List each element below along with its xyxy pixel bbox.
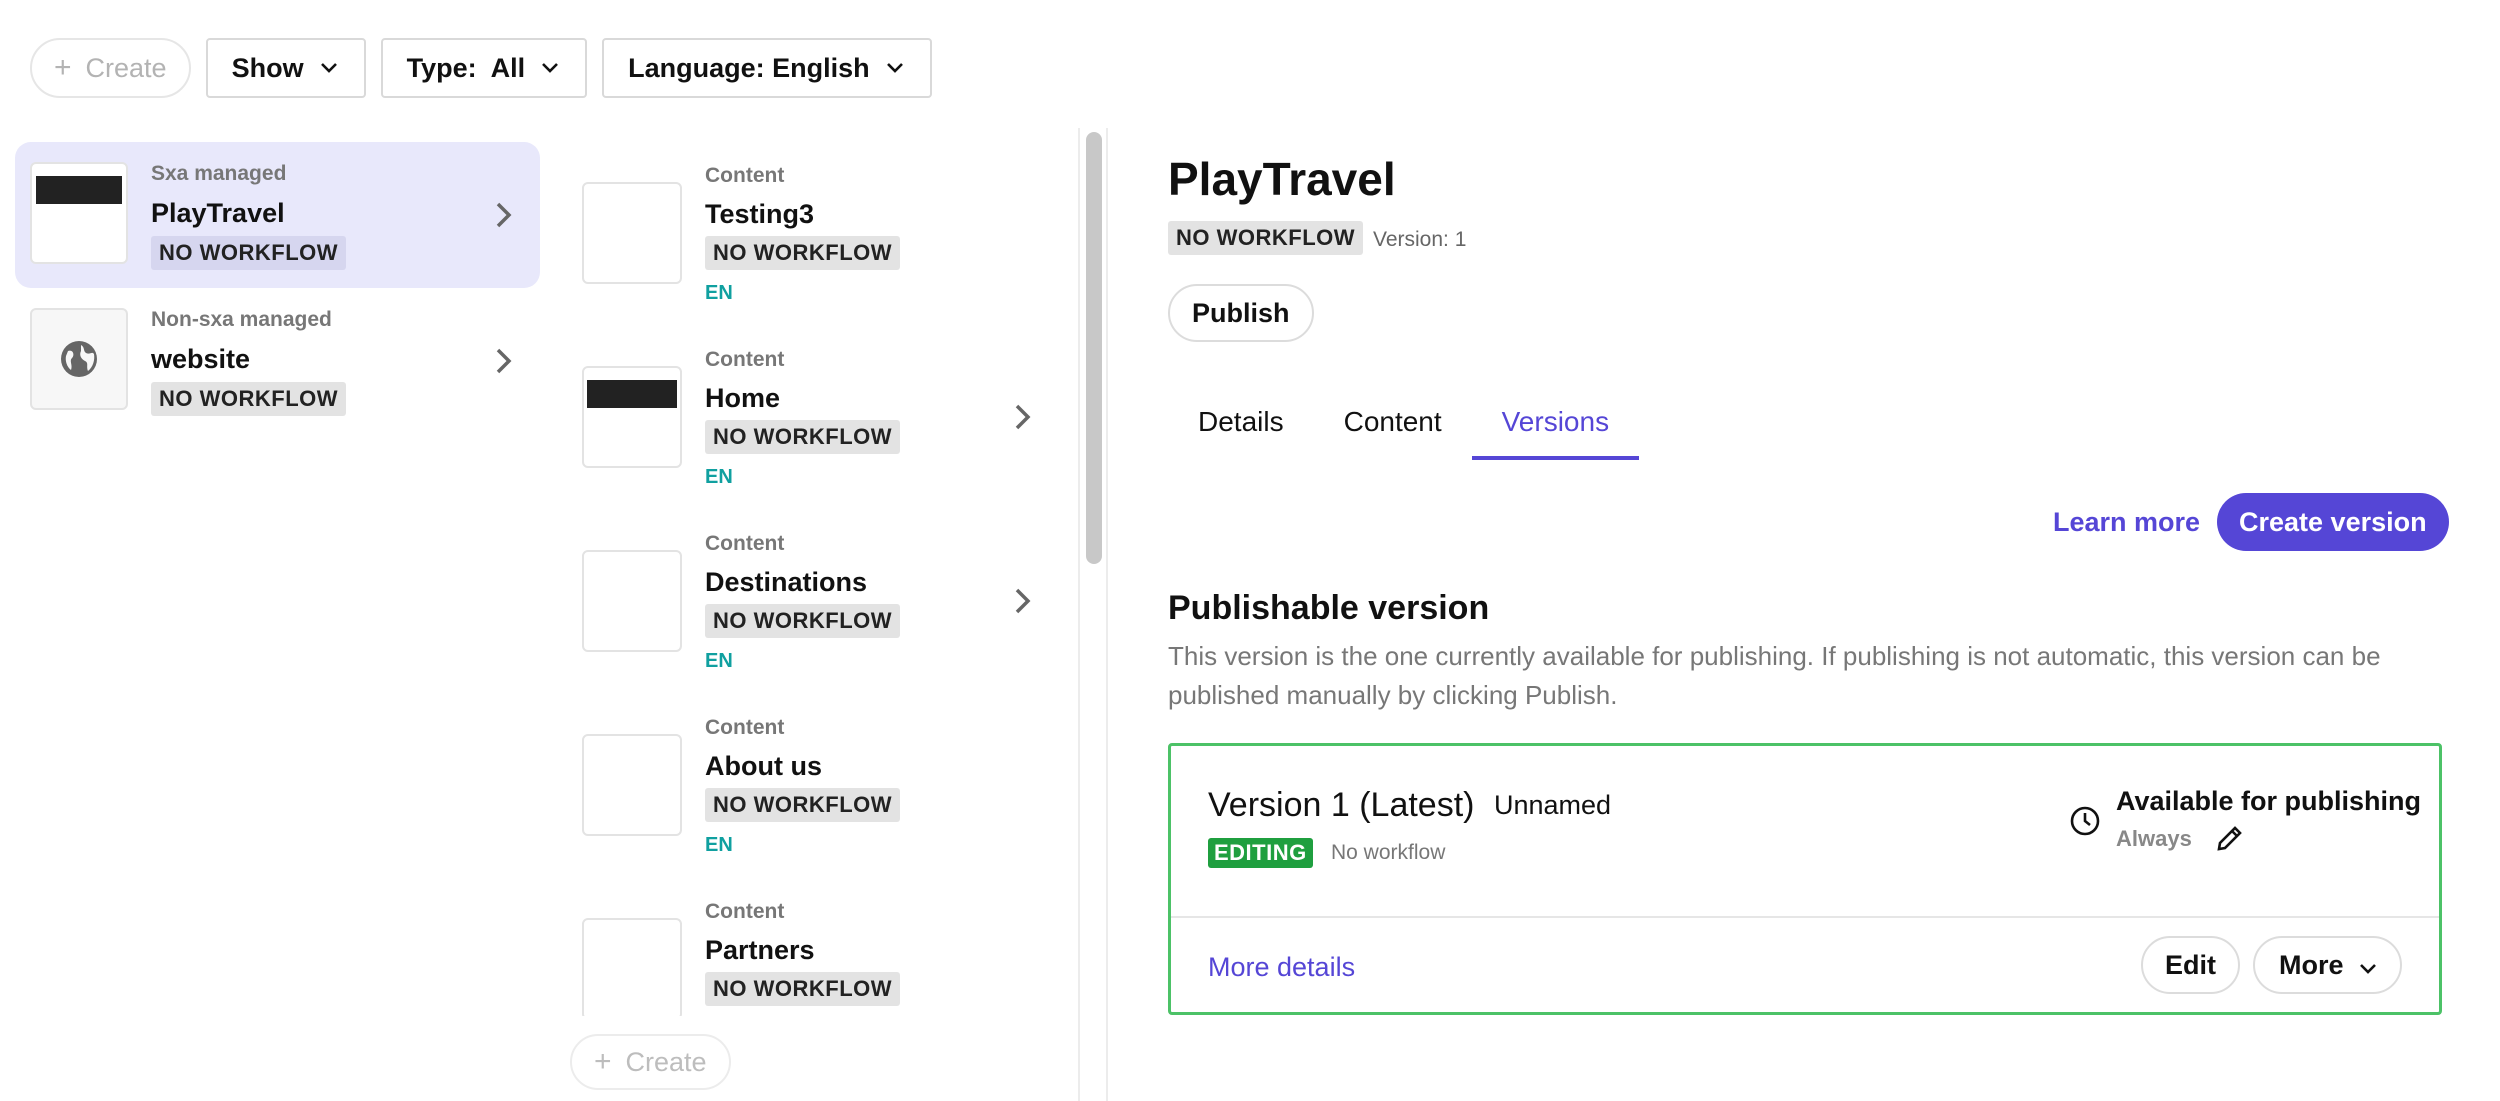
chevron-down-icon bbox=[2359, 950, 2376, 981]
show-label: Show bbox=[231, 52, 304, 83]
content-item-testing3[interactable]: Content Testing3 NO WORKFLOW EN bbox=[560, 142, 1060, 326]
language-dropdown[interactable]: Language: English bbox=[602, 38, 932, 98]
more-details-link[interactable]: More details bbox=[1208, 952, 1355, 983]
content-thumbnail bbox=[582, 550, 682, 652]
chevron-down-icon bbox=[539, 57, 561, 79]
toolbar: + Create Show Type: All Language: Englis… bbox=[30, 38, 932, 98]
site-item-website[interactable]: Non-sxa managed website NO WORKFLOW bbox=[15, 288, 540, 434]
language-tag: EN bbox=[705, 466, 733, 488]
learn-more-link[interactable]: Learn more bbox=[2053, 507, 2200, 538]
sites-list: Sxa managed PlayTravel NO WORKFLOW Non-s… bbox=[15, 142, 540, 434]
plus-icon: + bbox=[54, 51, 72, 84]
content-kind: Content bbox=[705, 164, 785, 187]
language-tag: EN bbox=[705, 282, 733, 304]
content-kind: Content bbox=[705, 532, 785, 555]
availability-label: Available for publishing bbox=[2116, 786, 2422, 816]
availability-sub: Always bbox=[2116, 826, 2192, 851]
content-name: Destinations bbox=[705, 567, 868, 597]
content-create-button[interactable]: + Create bbox=[570, 1034, 731, 1090]
site-thumbnail bbox=[30, 308, 128, 410]
chevron-right-icon[interactable] bbox=[492, 346, 516, 376]
version-subname: Unnamed bbox=[1494, 790, 1612, 820]
content-list: Content Testing3 NO WORKFLOW EN Content … bbox=[560, 142, 1060, 1016]
content-kind: Content bbox=[705, 900, 785, 923]
chevron-right-icon[interactable] bbox=[1011, 586, 1035, 616]
language-tag: EN bbox=[705, 834, 733, 856]
content-kind: Content bbox=[705, 716, 785, 739]
site-thumbnail bbox=[30, 162, 128, 264]
content-item-destinations[interactable]: Content Destinations NO WORKFLOW EN bbox=[560, 510, 1060, 694]
more-button[interactable]: More bbox=[2253, 936, 2402, 994]
create-version-button[interactable]: Create version bbox=[2217, 493, 2449, 551]
site-kind: Non-sxa managed bbox=[151, 308, 332, 331]
content-name: About us bbox=[705, 751, 822, 781]
plus-icon: + bbox=[594, 1045, 612, 1078]
tab-details[interactable]: Details bbox=[1168, 392, 1314, 460]
site-kind: Sxa managed bbox=[151, 162, 287, 185]
edit-button[interactable]: Edit bbox=[2141, 936, 2240, 994]
content-item-home[interactable]: Content Home NO WORKFLOW EN bbox=[560, 326, 1060, 510]
tab-content[interactable]: Content bbox=[1314, 392, 1472, 460]
workflow-badge: NO WORKFLOW bbox=[151, 236, 347, 270]
clock-icon bbox=[2068, 804, 2102, 838]
publish-button[interactable]: Publish bbox=[1168, 284, 1314, 342]
version-workflow: No workflow bbox=[1331, 841, 1446, 864]
card-divider bbox=[1171, 916, 2439, 918]
site-name: PlayTravel bbox=[151, 198, 285, 228]
workflow-badge: NO WORKFLOW bbox=[705, 604, 901, 638]
type-dropdown[interactable]: Type: All bbox=[380, 38, 588, 98]
create-label: Create bbox=[625, 1046, 707, 1077]
chevron-down-icon bbox=[318, 57, 340, 79]
page-title: PlayTravel bbox=[1168, 153, 1396, 205]
workflow-badge: NO WORKFLOW bbox=[705, 420, 901, 454]
workflow-badge: NO WORKFLOW bbox=[705, 788, 901, 822]
content-item-partners[interactable]: Content Partners NO WORKFLOW EN bbox=[560, 878, 1060, 1016]
chevron-right-icon[interactable] bbox=[492, 200, 516, 230]
pencil-icon[interactable] bbox=[2214, 822, 2246, 854]
publishable-version-heading: Publishable version bbox=[1168, 589, 1490, 627]
content-name: Home bbox=[705, 383, 781, 413]
show-dropdown[interactable]: Show bbox=[205, 38, 366, 98]
workflow-badge: NO WORKFLOW bbox=[705, 236, 901, 270]
site-item-playtravel[interactable]: Sxa managed PlayTravel NO WORKFLOW bbox=[15, 142, 540, 288]
scrollbar-thumb[interactable] bbox=[1086, 132, 1102, 564]
content-kind: Content bbox=[705, 348, 785, 371]
content-thumbnail bbox=[582, 734, 682, 836]
chevron-right-icon[interactable] bbox=[1011, 402, 1035, 432]
publishable-version-description: This version is the one currently availa… bbox=[1168, 641, 2381, 710]
create-button[interactable]: + Create bbox=[30, 38, 191, 98]
globe-icon bbox=[61, 341, 97, 377]
language-tag: EN bbox=[705, 650, 733, 672]
version-card: Version 1 (Latest) Unnamed EDITING No wo… bbox=[1168, 743, 2442, 1015]
status-badge: EDITING bbox=[1208, 838, 1313, 868]
tab-bar: Details Content Versions bbox=[1168, 392, 2440, 460]
language-label: Language: English bbox=[628, 52, 870, 83]
tab-versions[interactable]: Versions bbox=[1471, 392, 1640, 460]
chevron-down-icon bbox=[884, 57, 906, 79]
site-name: website bbox=[151, 344, 251, 374]
content-thumbnail bbox=[582, 182, 682, 284]
version-name: Version 1 (Latest) bbox=[1208, 786, 1475, 824]
content-name: Partners bbox=[705, 935, 815, 965]
content-item-about-us[interactable]: Content About us NO WORKFLOW EN bbox=[560, 694, 1060, 878]
workflow-badge: NO WORKFLOW bbox=[1168, 221, 1364, 255]
workflow-badge: NO WORKFLOW bbox=[705, 972, 901, 1006]
workflow-badge: NO WORKFLOW bbox=[151, 382, 347, 416]
version-label: Version: 1 bbox=[1373, 228, 1467, 251]
content-thumbnail bbox=[582, 366, 682, 468]
type-label: Type: All bbox=[406, 52, 526, 83]
more-label: More bbox=[2279, 949, 2344, 980]
content-name: Testing3 bbox=[705, 199, 815, 229]
content-thumbnail bbox=[582, 918, 682, 1016]
create-label: Create bbox=[85, 52, 167, 83]
